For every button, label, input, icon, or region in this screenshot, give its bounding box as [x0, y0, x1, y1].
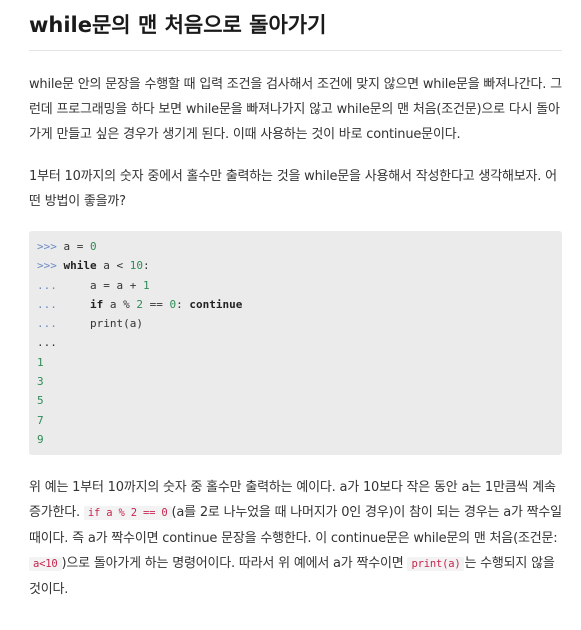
- code-output-line: 7: [37, 413, 44, 427]
- paragraph-question: 1부터 10까지의 숫자 중에서 홀수만 출력하는 것을 while문을 사용해…: [29, 169, 557, 209]
- code-line: >>> a = 0: [37, 240, 97, 253]
- inline-code: a<10: [29, 557, 62, 572]
- code-line: ... print(a): [37, 317, 143, 331]
- code-line: ... a = a + 1: [37, 278, 150, 292]
- code-line: ...: [37, 336, 57, 350]
- inline-code: print(a): [407, 557, 465, 572]
- code-block: >>> a = 0 >>> while a < 10: ... a = a + …: [29, 231, 562, 456]
- code-output-line: 5: [37, 394, 44, 408]
- code-output-line: 9: [37, 432, 44, 446]
- code-line: ... if a % 2 == 0: continue: [37, 297, 243, 311]
- code-output-line: 1: [37, 355, 44, 369]
- paragraph-explanation: 위 예는 1부터 10까지의 숫자 중 홀수만 출력하는 예이다. a가 10보…: [29, 480, 562, 598]
- page-title: while문의 맨 처음으로 돌아가기: [29, 10, 562, 51]
- inline-code: if a % 2 == 0: [83, 506, 172, 521]
- code-line: >>> while a < 10:: [37, 259, 150, 273]
- paragraph-intro: while문 안의 문장을 수행할 때 입력 조건을 검사해서 조건에 맞지 않…: [29, 77, 562, 142]
- code-output-line: 3: [37, 375, 44, 389]
- article: while문의 맨 처음으로 돌아가기 while문 안의 문장을 수행할 때 …: [0, 0, 581, 602]
